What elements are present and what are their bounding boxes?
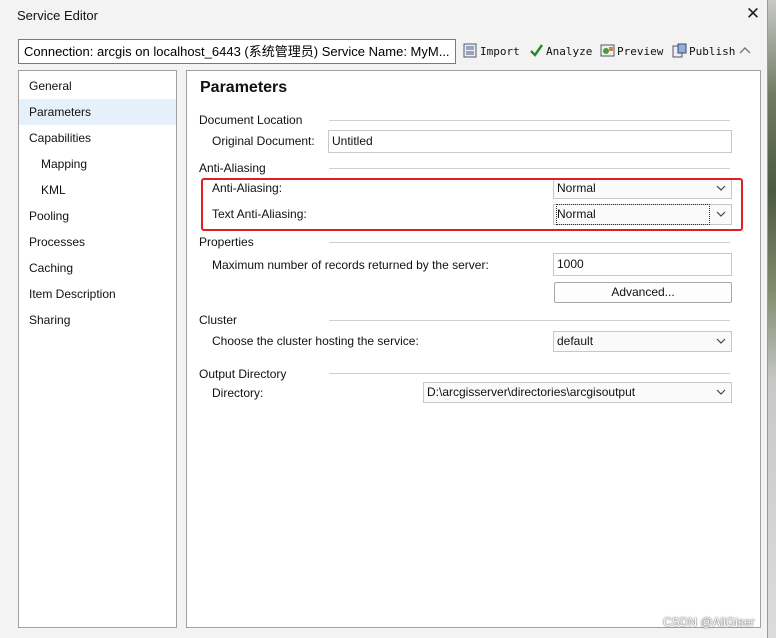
directory-label: Directory: <box>212 386 264 400</box>
import-icon <box>463 43 477 58</box>
section-divider <box>329 120 730 121</box>
max-records-input[interactable]: 1000 <box>553 253 732 276</box>
analyze-label: Analyze <box>546 45 593 58</box>
cluster-value: default <box>557 334 594 348</box>
section-anti-aliasing: Anti-Aliasing <box>199 161 266 175</box>
title-bar: Service Editor ✕ <box>0 0 768 32</box>
sidebar-item-capabilities[interactable]: Capabilities <box>19 125 176 151</box>
section-properties: Properties <box>199 235 254 249</box>
chevron-up-icon[interactable] <box>738 44 752 58</box>
chevron-down-icon <box>716 389 726 395</box>
analyze-button[interactable]: Analyze <box>529 42 592 62</box>
publish-button[interactable]: Publish <box>672 42 735 62</box>
original-document-field[interactable]: Untitled <box>328 130 732 153</box>
section-output-directory: Output Directory <box>199 367 287 381</box>
preview-icon <box>600 44 615 57</box>
preview-label: Preview <box>617 45 664 58</box>
service-editor-window: Service Editor ✕ Connection: arcgis on l… <box>0 0 768 638</box>
sidebar-item-kml[interactable]: KML <box>19 177 176 203</box>
original-document-label: Original Document: <box>212 134 315 148</box>
chevron-down-icon <box>716 338 726 344</box>
highlight-annotation <box>201 178 743 231</box>
cluster-select[interactable]: default <box>553 331 732 352</box>
page-title: Parameters <box>200 79 288 96</box>
sidebar-item-mapping[interactable]: Mapping <box>19 151 176 177</box>
section-divider <box>329 242 730 243</box>
sidebar-item-sharing[interactable]: Sharing <box>19 307 176 333</box>
connection-info: Connection: arcgis on localhost_6443 (系统… <box>18 39 456 64</box>
background-map-strip <box>768 0 776 638</box>
sidebar-item-item-description[interactable]: Item Description <box>19 281 176 307</box>
preview-button[interactable]: Preview <box>600 42 663 62</box>
section-divider <box>329 320 730 321</box>
section-document-location: Document Location <box>199 113 303 127</box>
cluster-label: Choose the cluster hosting the service: <box>212 334 419 348</box>
import-button[interactable]: Import <box>463 42 520 62</box>
section-divider <box>329 373 730 374</box>
watermark: CSDN @AliGiser <box>663 615 755 629</box>
advanced-button[interactable]: Advanced... <box>554 282 732 303</box>
close-icon[interactable]: ✕ <box>744 5 762 23</box>
publish-label: Publish <box>689 45 736 58</box>
sidebar-item-general[interactable]: General <box>19 73 176 99</box>
sidebar-nav: General Parameters Capabilities Mapping … <box>18 70 177 628</box>
section-cluster: Cluster <box>199 313 238 327</box>
directory-select[interactable]: D:\arcgisserver\directories\arcgisoutput <box>423 382 732 403</box>
sidebar-item-processes[interactable]: Processes <box>19 229 176 255</box>
sidebar-item-caching[interactable]: Caching <box>19 255 176 281</box>
import-label: Import <box>480 45 520 58</box>
sidebar-item-pooling[interactable]: Pooling <box>19 203 176 229</box>
max-records-label: Maximum number of records returned by th… <box>212 258 489 272</box>
directory-value: D:\arcgisserver\directories\arcgisoutput <box>427 385 636 399</box>
section-divider <box>329 168 730 169</box>
sidebar-item-parameters[interactable]: Parameters <box>19 99 176 125</box>
window-title: Service Editor <box>17 8 98 23</box>
checkmark-icon <box>530 44 543 57</box>
parameters-panel: Parameters Document Location Original Do… <box>186 70 761 628</box>
publish-icon <box>672 43 687 58</box>
